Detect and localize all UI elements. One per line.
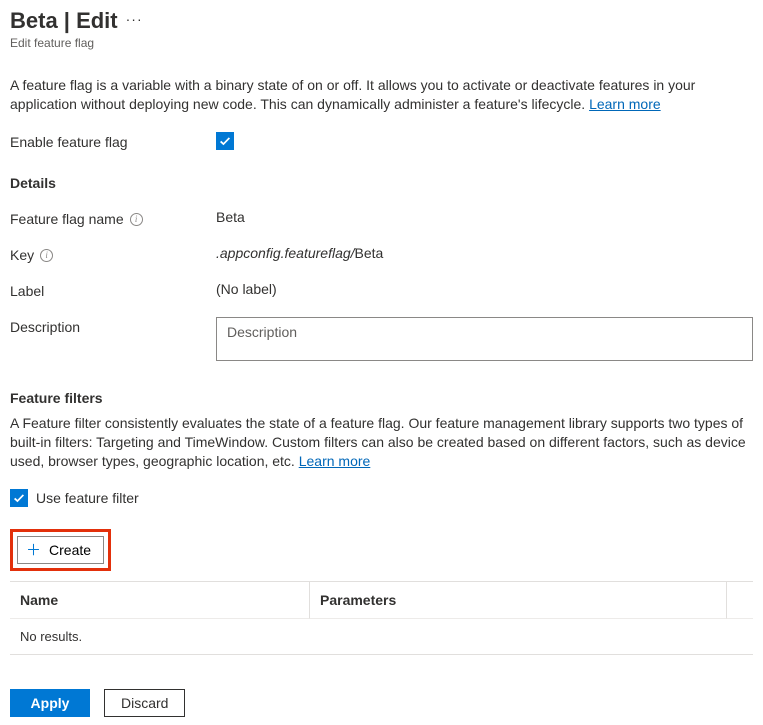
table-row: No results. [10, 619, 753, 654]
flag-name-value: Beta [216, 209, 753, 225]
col-name[interactable]: Name [10, 582, 310, 619]
checkmark-icon [12, 491, 26, 505]
key-label: Key [10, 247, 34, 263]
empty-text: No results. [10, 619, 310, 654]
col-actions [727, 582, 753, 619]
intro-learn-more-link[interactable]: Learn more [589, 96, 661, 112]
filters-text: A Feature filter consistently evaluates … [10, 414, 753, 471]
discard-button[interactable]: Discard [104, 689, 185, 717]
filters-heading: Feature filters [10, 390, 753, 406]
info-icon[interactable]: i [40, 249, 53, 262]
page-subtitle: Edit feature flag [10, 36, 753, 50]
label-label: Label [10, 281, 216, 299]
enable-flag-label: Enable feature flag [10, 132, 216, 150]
enable-flag-checkbox[interactable] [216, 132, 234, 150]
filters-body: A Feature filter consistently evaluates … [10, 415, 746, 469]
page-title: Beta | Edit [10, 8, 118, 34]
col-parameters[interactable]: Parameters [310, 582, 727, 619]
create-button[interactable]: ＋ Create [17, 536, 104, 564]
create-button-label: Create [49, 542, 91, 558]
description-label: Description [10, 317, 216, 335]
more-icon[interactable]: ··· [126, 11, 143, 31]
label-value: (No label) [216, 281, 753, 297]
use-filter-label: Use feature filter [36, 490, 139, 506]
details-heading: Details [10, 175, 753, 191]
info-icon[interactable]: i [130, 213, 143, 226]
description-input[interactable] [216, 317, 753, 361]
key-name: Beta [355, 245, 384, 261]
filters-table: Name Parameters No results. [10, 581, 753, 655]
use-filter-checkbox[interactable] [10, 489, 28, 507]
intro-text: A feature flag is a variable with a bina… [10, 76, 753, 114]
flag-name-label: Feature flag name [10, 211, 124, 227]
apply-button[interactable]: Apply [10, 689, 90, 717]
create-button-highlight: ＋ Create [10, 529, 111, 571]
key-prefix: .appconfig.featureflag/ [216, 245, 355, 261]
checkmark-icon [218, 134, 232, 148]
key-value: .appconfig.featureflag/Beta [216, 245, 753, 261]
plus-icon: ＋ [26, 543, 41, 558]
filters-learn-more-link[interactable]: Learn more [299, 453, 371, 469]
